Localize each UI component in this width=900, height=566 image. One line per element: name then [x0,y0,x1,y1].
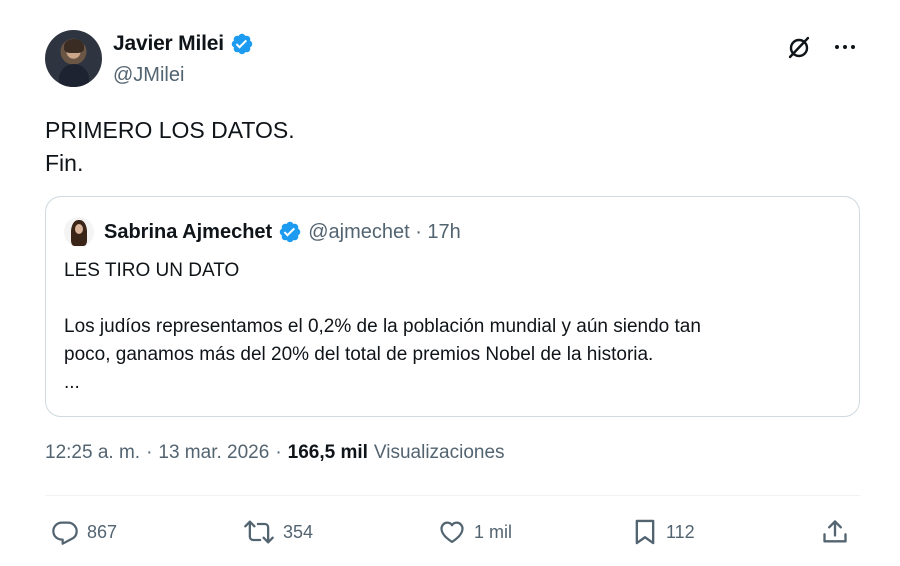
bookmark-icon [632,518,658,546]
quoted-author-avatar[interactable] [64,217,94,247]
reply-button[interactable]: 867 [51,512,117,552]
share-icon [821,518,849,546]
author-avatar[interactable] [45,30,102,87]
author-handle[interactable]: @JMilei [113,64,184,87]
tweet-text: PRIMERO LOS DATOS. Fin. [45,114,295,180]
views-label[interactable]: Visualizaciones [374,442,505,464]
reply-count: 867 [87,521,118,542]
header-actions [784,32,860,62]
quoted-tweet-header: Sabrina Ajmechet @ajmechet · 17h [64,215,841,249]
bookmark-count: 112 [666,521,695,542]
repost-icon [243,518,275,546]
quoted-tweet-line: poco, ganamos más del 20% del total de p… [64,344,654,365]
tweet-text-line: Fin. [45,150,84,176]
author-display-name[interactable]: Javier Milei [113,32,224,56]
like-button[interactable]: 1 mil [438,512,512,552]
share-button[interactable] [821,512,849,552]
tweet-text-line: PRIMERO LOS DATOS. [45,117,295,143]
quoted-author-handle-time[interactable]: @ajmechet · 17h [308,221,461,244]
quoted-author-name[interactable]: Sabrina Ajmechet [104,221,272,244]
action-bar: 867 354 1 mil 112 [45,512,860,552]
meta-separator: · [146,442,153,463]
meta-separator: · [275,442,282,463]
grok-icon[interactable] [784,32,814,62]
quoted-tweet-body: LES TIRO UN DATO Los judíos representamo… [64,257,841,397]
quoted-tweet-line: Los judíos representamos el 0,2% de la p… [64,316,701,337]
tweet-meta: 12:25 a. m. · 13 mar. 2026 · 166,5 mil V… [45,442,505,464]
heart-icon [438,518,466,546]
bookmark-button[interactable]: 112 [632,512,695,552]
quoted-tweet-line: LES TIRO UN DATO [64,260,240,281]
author-name-row: Javier Milei [113,32,254,56]
tweet-date[interactable]: 13 mar. 2026 [158,442,269,464]
quoted-tweet-card[interactable]: Sabrina Ajmechet @ajmechet · 17h LES TIR… [45,196,860,417]
divider [45,495,860,496]
like-count: 1 mil [474,521,513,542]
quoted-tweet-ellipsis: ... [64,372,80,393]
views-count[interactable]: 166,5 mil [288,442,368,464]
verified-badge-icon [278,220,302,244]
reply-icon [51,518,79,546]
repost-count: 354 [283,521,314,542]
tweet-header: Javier Milei @JMilei [45,30,860,90]
verified-badge-icon[interactable] [230,32,254,56]
more-icon[interactable] [830,32,860,62]
repost-button[interactable]: 354 [243,512,313,552]
tweet-time[interactable]: 12:25 a. m. [45,442,140,464]
